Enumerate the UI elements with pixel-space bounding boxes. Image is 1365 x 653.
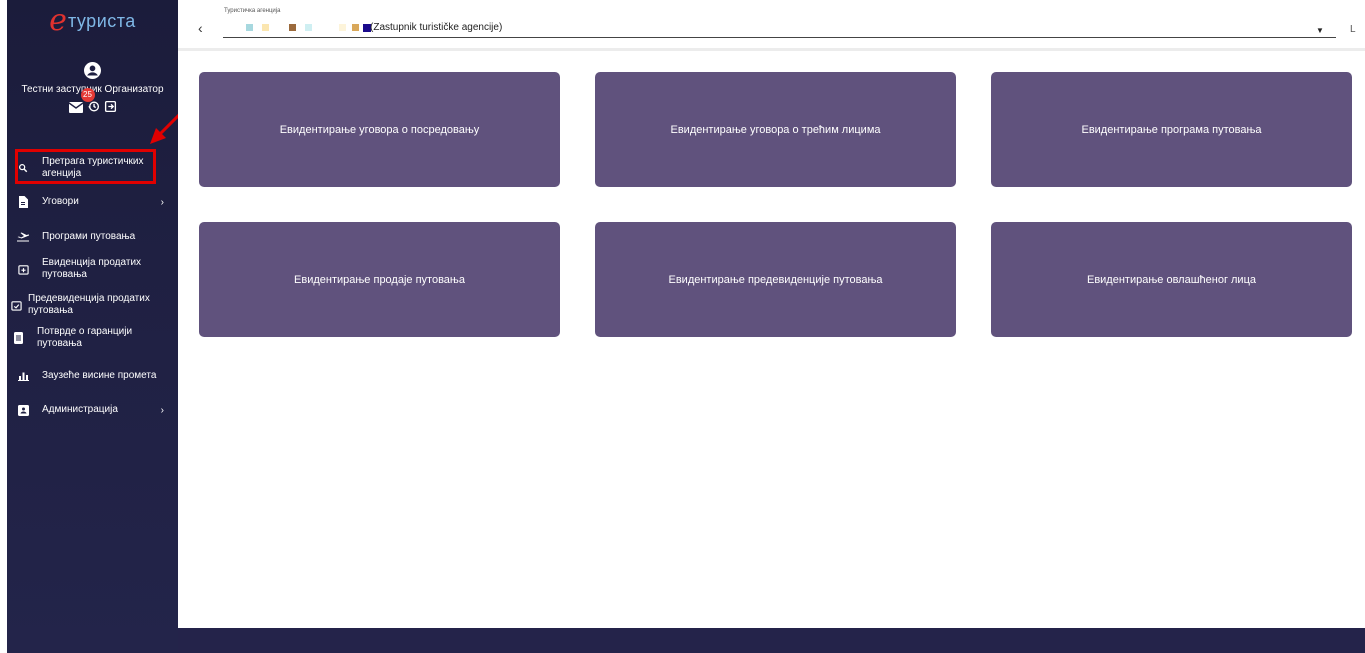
- topbar-divider: [178, 48, 1365, 51]
- bar-chart-icon: [16, 371, 30, 381]
- topbar: ‹ Туристичка агенција (Zastupnik turisti…: [178, 0, 1365, 48]
- color-swatch: [289, 24, 296, 31]
- back-chevron-icon[interactable]: ‹: [198, 20, 203, 36]
- agency-select-value: (Zastupnik turističke agencije): [370, 22, 503, 33]
- sidebar: e туриста Тестни заступник Организатор 2…: [7, 0, 178, 653]
- user-block: Тестни заступник Организатор 25: [7, 62, 178, 119]
- dropdown-arrow-icon[interactable]: ▼: [1316, 26, 1324, 35]
- chevron-right-icon: ›: [160, 404, 164, 416]
- history-icon[interactable]: [87, 100, 100, 118]
- sidebar-item-label: Уговори: [42, 196, 79, 207]
- sidebar-item-turnover[interactable]: Заузеће висине промета: [7, 368, 178, 384]
- document-icon: [16, 196, 30, 208]
- notification-badge: 25: [80, 88, 95, 102]
- sidebar-item-label: Предевиденција продатих путовања: [28, 293, 150, 316]
- agency-select[interactable]: (Zastupnik turističke agencije): [223, 20, 1336, 38]
- mail-icon[interactable]: [68, 100, 83, 118]
- chevron-right-icon: ›: [160, 196, 164, 208]
- brand-logo-e: e: [49, 3, 67, 38]
- card-authorized-person[interactable]: Евидентирање овлашћеног лица: [991, 222, 1352, 337]
- card-travel-program[interactable]: Евидентирање програма путовања: [991, 72, 1352, 187]
- color-swatch: [339, 24, 346, 31]
- receipt-icon: [11, 332, 25, 344]
- calendar-check-icon: [9, 300, 23, 311]
- sidebar-item-sold-trips[interactable]: Евиденција продатих путовања: [7, 256, 178, 282]
- card-travel-sale[interactable]: Евидентирање продаје путовања: [199, 222, 560, 337]
- topbar-extra-text: L: [1350, 24, 1356, 35]
- sidebar-item-label: Заузеће висине промета: [42, 370, 157, 381]
- sidebar-item-label: Евиденција продатих путовања: [42, 257, 142, 280]
- plane-icon: [16, 232, 30, 242]
- user-avatar-icon: [84, 62, 101, 79]
- sidebar-item-label: Програми путовања: [42, 231, 136, 242]
- sidebar-item-contracts[interactable]: Уговори ›: [7, 194, 178, 210]
- logout-icon[interactable]: [104, 100, 117, 118]
- brand-logo-text: туриста: [67, 10, 136, 31]
- id-card-icon: [16, 404, 30, 416]
- highlight-box: [15, 149, 156, 184]
- sidebar-item-travel-programs[interactable]: Програми путовања: [7, 229, 178, 245]
- sidebar-item-label: Потврде о гаранцији путовања: [37, 326, 133, 349]
- card-travel-pre-record[interactable]: Евидентирање предевиденције путовања: [595, 222, 956, 337]
- red-arrow-annotation: [150, 113, 178, 144]
- card-contract-mediation[interactable]: Евидентирање уговора о посредовању: [199, 72, 560, 187]
- sidebar-item-guarantees[interactable]: Потврде о гаранцији путовања: [7, 325, 178, 351]
- color-swatch: [352, 24, 359, 31]
- sidebar-item-administration[interactable]: Администрација ›: [7, 402, 178, 418]
- color-swatch: [305, 24, 312, 31]
- color-swatch: [246, 24, 253, 31]
- footer-bar: [178, 628, 1365, 653]
- color-swatch: [262, 24, 269, 31]
- user-actions: 25: [63, 88, 123, 119]
- sidebar-item-pre-records[interactable]: Предевиденција продатих путовања: [7, 292, 178, 318]
- brand-logo[interactable]: e туриста: [7, 0, 178, 42]
- sidebar-item-label: Администрација: [42, 404, 118, 415]
- calendar-plus-icon: [16, 264, 30, 275]
- agency-field-label: Туристичка агенција: [224, 8, 281, 14]
- card-contract-third-parties[interactable]: Евидентирање уговора о трећим лицима: [595, 72, 956, 187]
